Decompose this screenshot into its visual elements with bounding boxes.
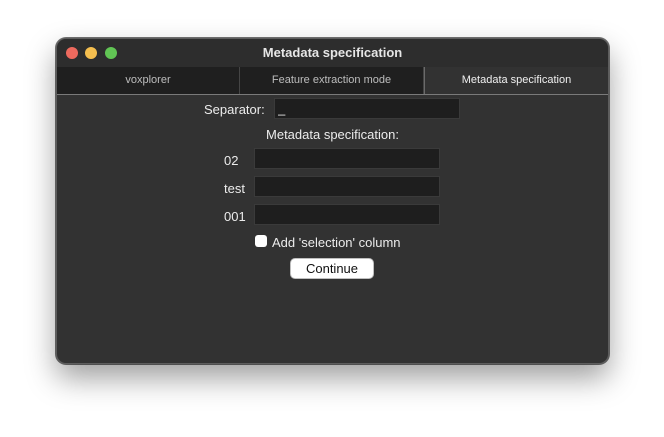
selection-checkbox-label[interactable]: Add 'selection' column bbox=[272, 235, 401, 250]
separator-input[interactable] bbox=[274, 98, 460, 119]
metadata-field-label: 02 bbox=[224, 153, 239, 168]
tab-metadata-specification[interactable]: Metadata specification bbox=[424, 67, 608, 94]
continue-button[interactable]: Continue bbox=[290, 258, 374, 279]
metadata-heading: Metadata specification: bbox=[266, 127, 399, 142]
app-window: Metadata specification voxplorer Feature… bbox=[56, 38, 609, 364]
metadata-field-input[interactable] bbox=[254, 204, 440, 225]
selection-column-checkbox[interactable] bbox=[255, 235, 267, 247]
window-title: Metadata specification bbox=[262, 45, 403, 60]
tab-voxplorer[interactable]: voxplorer bbox=[57, 67, 240, 94]
metadata-field-label: test bbox=[224, 181, 245, 196]
tab-bar: voxplorer Feature extraction mode Metada… bbox=[57, 67, 608, 95]
metadata-field-input[interactable] bbox=[254, 148, 440, 169]
tab-feature-extraction-mode[interactable]: Feature extraction mode bbox=[240, 67, 424, 94]
metadata-field-input[interactable] bbox=[254, 176, 440, 197]
metadata-field-label: 001 bbox=[224, 209, 246, 224]
separator-label: Separator: bbox=[204, 102, 265, 117]
title-bar: Metadata specification bbox=[57, 39, 608, 67]
